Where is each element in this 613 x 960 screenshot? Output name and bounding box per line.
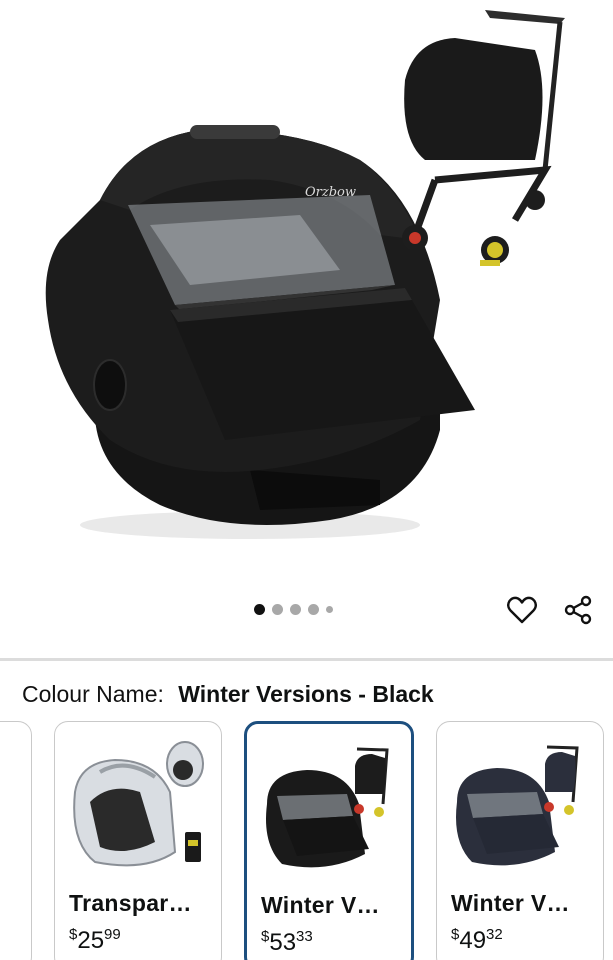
variant-thumbnail bbox=[266, 747, 389, 868]
product-image-carousel[interactable]: Orzbow bbox=[0, 0, 613, 660]
carousel-dot[interactable] bbox=[290, 603, 301, 615]
carousel-dot[interactable] bbox=[326, 605, 333, 613]
share-button[interactable] bbox=[558, 590, 598, 630]
carousel-dots[interactable] bbox=[254, 602, 333, 616]
swatch-title: Transpar… bbox=[69, 890, 192, 916]
carousel-dot[interactable] bbox=[272, 603, 283, 615]
swatch-price: $2599 bbox=[69, 926, 121, 954]
swatch-title: Winter V… bbox=[451, 890, 570, 916]
variant-thumbnail bbox=[73, 741, 204, 867]
variant-swatch[interactable]: Winter V… $4932 bbox=[436, 721, 604, 960]
product-main-image: Orzbow bbox=[45, 10, 565, 539]
swatch-title: Winter V… bbox=[261, 892, 380, 918]
colour-name-label: Colour Name: bbox=[22, 681, 164, 707]
variant-swatch-selected[interactable]: Winter V… $5333 bbox=[244, 721, 414, 960]
heart-outline-icon bbox=[507, 596, 537, 624]
carousel-dot[interactable] bbox=[254, 603, 265, 615]
variant-swatch-partial[interactable] bbox=[0, 721, 32, 960]
brand-logo: Orzbow bbox=[305, 185, 356, 200]
carousel-dot[interactable] bbox=[308, 603, 319, 615]
swatch-price: $5333 bbox=[261, 928, 313, 956]
section-divider bbox=[0, 658, 613, 661]
variant-swatch[interactable]: Transpar… $2599 bbox=[54, 721, 222, 960]
wishlist-button[interactable] bbox=[502, 590, 542, 630]
swatch-price: $4932 bbox=[451, 926, 503, 954]
variant-thumbnail bbox=[456, 745, 579, 866]
share-icon bbox=[564, 595, 592, 625]
colour-name-value: Winter Versions - Black bbox=[178, 681, 434, 707]
colour-name-row: Colour Name: Winter Versions - Black bbox=[22, 678, 434, 710]
